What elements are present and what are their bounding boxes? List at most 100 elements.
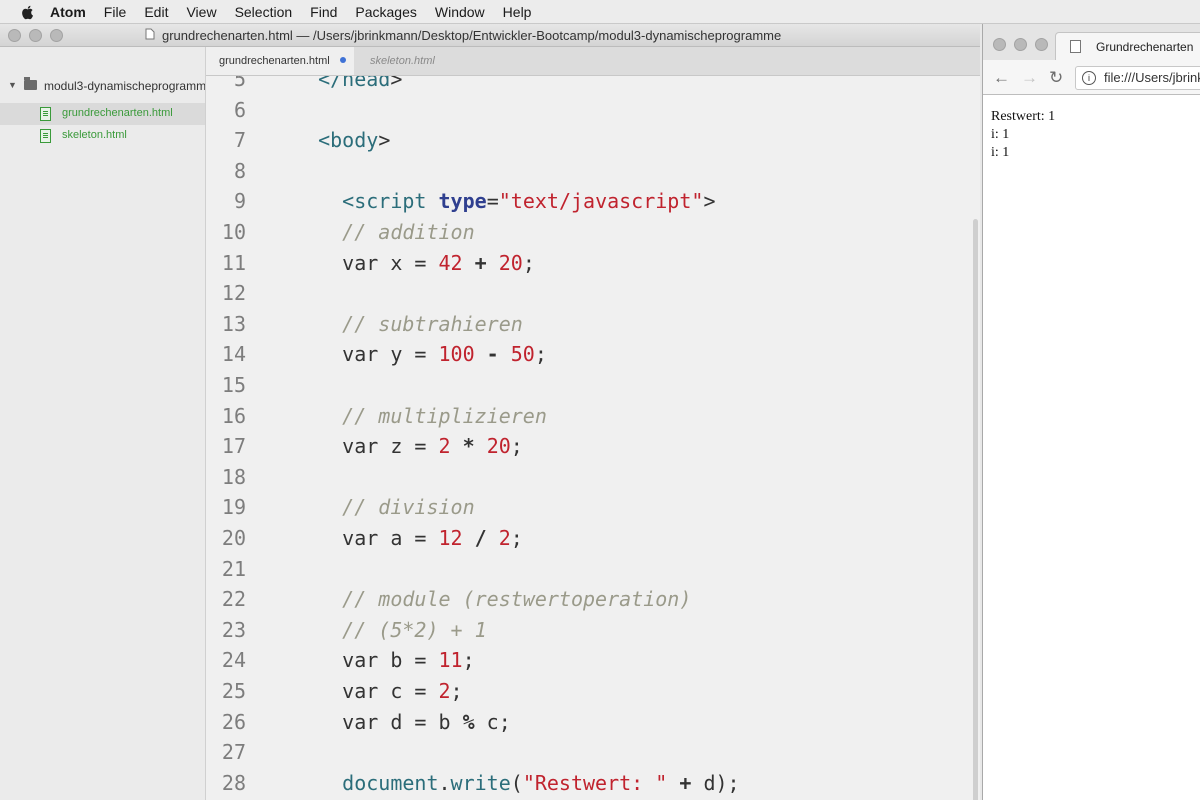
menu-view[interactable]: View [186,4,216,20]
line-number: 16 [221,403,246,428]
code-text: var c = 2; [294,679,463,703]
line-number: 19 [221,495,246,520]
code-line[interactable]: 19 // division [206,495,974,525]
code-line[interactable]: 18 [206,465,974,495]
code-line[interactable]: 21 [206,557,974,587]
close-window-button[interactable] [993,38,1006,51]
code-line[interactable]: 27 [206,740,974,770]
app-menu-atom[interactable]: Atom [50,4,86,20]
folder-icon [24,77,37,90]
zoom-window-button[interactable] [50,29,63,42]
line-number: 9 [233,189,246,214]
menu-find[interactable]: Find [310,4,337,20]
project-folder[interactable]: ▼ modul3-dynamischeprogramme [0,75,205,99]
code-line[interactable]: 26 var d = b % c; [206,710,974,740]
line-number: 11 [221,250,246,275]
output-line: Restwert: 1 [991,109,1056,124]
line-number: 14 [221,342,246,367]
page-icon [1070,40,1081,53]
code-text: // subtrahieren [294,311,523,336]
info-icon[interactable]: i [1082,71,1096,85]
tree-file-grundrechenarten[interactable]: grundrechenarten.html [0,103,205,125]
forward-arrow-icon[interactable]: → [1021,68,1038,88]
code-line[interactable]: 14 var y = 100 - 50; [206,342,974,372]
output-line: i: 1 [991,145,1010,160]
back-arrow-icon[interactable]: ← [993,68,1010,88]
code-line[interactable]: 25 var c = 2; [206,679,974,709]
code-line[interactable]: 22 // module (restwertoperation) [206,587,974,617]
minimize-window-button[interactable] [1014,38,1027,51]
reload-icon[interactable]: ↻ [1049,68,1063,88]
code-line[interactable]: 20 var a = 12 / 2; [206,526,974,556]
code-text: // multiplizieren [294,403,547,428]
code-text: <script type="text/javascript"> [342,189,716,214]
code-text: // division [294,495,475,520]
line-number: 23 [221,617,246,642]
address-bar-url: file:///Users/jbrinkmann [1104,70,1200,85]
code-line[interactable]: 10 // addition [206,220,974,250]
editor-tab-bar: grundrechenarten.html skeleton.html [206,47,980,76]
menu-file[interactable]: File [104,4,127,20]
address-bar[interactable]: i file:///Users/jbrinkmann [1075,66,1200,90]
zoom-window-button[interactable] [1035,38,1048,51]
code-editor[interactable]: 5 </head> 6 7 <body> 8 9 <script type="text/… [206,76,974,800]
code-line[interactable]: 12 [206,281,974,311]
code-text: var b = 11; [294,648,475,673]
tree-file-label: skeleton.html [62,129,127,141]
code-line[interactable]: 16 // multiplizieren [206,404,974,434]
apple-icon[interactable] [20,4,36,20]
minimize-window-button[interactable] [29,29,42,42]
window-controls [993,38,1048,51]
code-line[interactable]: 6 [206,98,974,128]
close-window-button[interactable] [8,29,21,42]
menu-help[interactable]: Help [503,4,532,20]
menu-edit[interactable]: Edit [144,4,168,20]
tab-label: skeleton.html [370,55,435,67]
browser-toolbar: Grundrechenarten ← → ↻ i file:///Users/j… [983,24,1200,95]
browser-window: Grundrechenarten ← → ↻ i file:///Users/j… [982,24,1200,800]
code-line[interactable]: 7 <body> [206,128,974,158]
line-number: 7 [233,128,246,153]
modified-indicator-icon[interactable] [340,57,346,63]
atom-title-bar[interactable]: grundrechenarten.html — /Users/jbrinkman… [0,24,980,47]
code-line[interactable]: 23 // (5*2) + 1 [206,618,974,648]
line-number: 20 [221,526,246,550]
menu-selection[interactable]: Selection [235,4,293,20]
output-line: i: 1 [991,127,1010,142]
browser-tab-title: Grundrechenarten [1096,40,1194,54]
code-line[interactable]: 11 var x = 42 + 20; [206,251,974,281]
code-text: // addition [294,220,475,244]
code-text: </head> [318,76,403,91]
document-icon [145,28,155,40]
chevron-down-icon[interactable]: ▼ [8,80,17,90]
code-line[interactable]: 15 [206,373,974,403]
menu-window[interactable]: Window [435,4,485,20]
menu-bar: Atom File Edit View Selection Find Packa… [0,0,1200,24]
line-number: 8 [233,158,246,183]
code-line[interactable]: 17 var z = 2 * 20; [206,434,974,464]
line-number: 26 [221,709,246,734]
code-line[interactable]: 9 <script type="text/javascript"> [206,189,974,219]
code-text: var a = 12 / 2; [294,526,523,550]
browser-tab[interactable]: Grundrechenarten [1055,32,1200,61]
browser-page-content: Restwert: 1 i: 1 i: 1 [991,108,1055,162]
line-number: 25 [221,679,246,703]
code-line[interactable]: 8 [206,159,974,189]
code-line[interactable]: 24 var b = 11; [206,648,974,678]
tree-file-skeleton[interactable]: skeleton.html [0,125,205,147]
browser-nav-bar: ← → ↻ i file:///Users/jbrinkmann [983,60,1200,94]
tab-skeleton[interactable]: skeleton.html [356,47,506,75]
line-number: 28 [221,770,246,795]
code-text: var z = 2 * 20; [294,434,523,459]
line-number: 18 [221,464,246,489]
line-number: 10 [221,220,246,244]
tab-grundrechenarten[interactable]: grundrechenarten.html [206,47,354,75]
editor-scrollbar[interactable] [973,219,978,800]
code-line[interactable]: 5 </head> [206,76,974,97]
code-line[interactable]: 13 // subtrahieren [206,312,974,342]
code-line[interactable]: 28 document.write("Restwert: " + d); [206,771,974,800]
code-text: document.write("Restwert: " + d); [342,770,740,795]
project-folder-label: modul3-dynamischeprogramme [44,79,205,93]
line-number: 6 [233,97,246,122]
menu-packages[interactable]: Packages [355,4,416,20]
